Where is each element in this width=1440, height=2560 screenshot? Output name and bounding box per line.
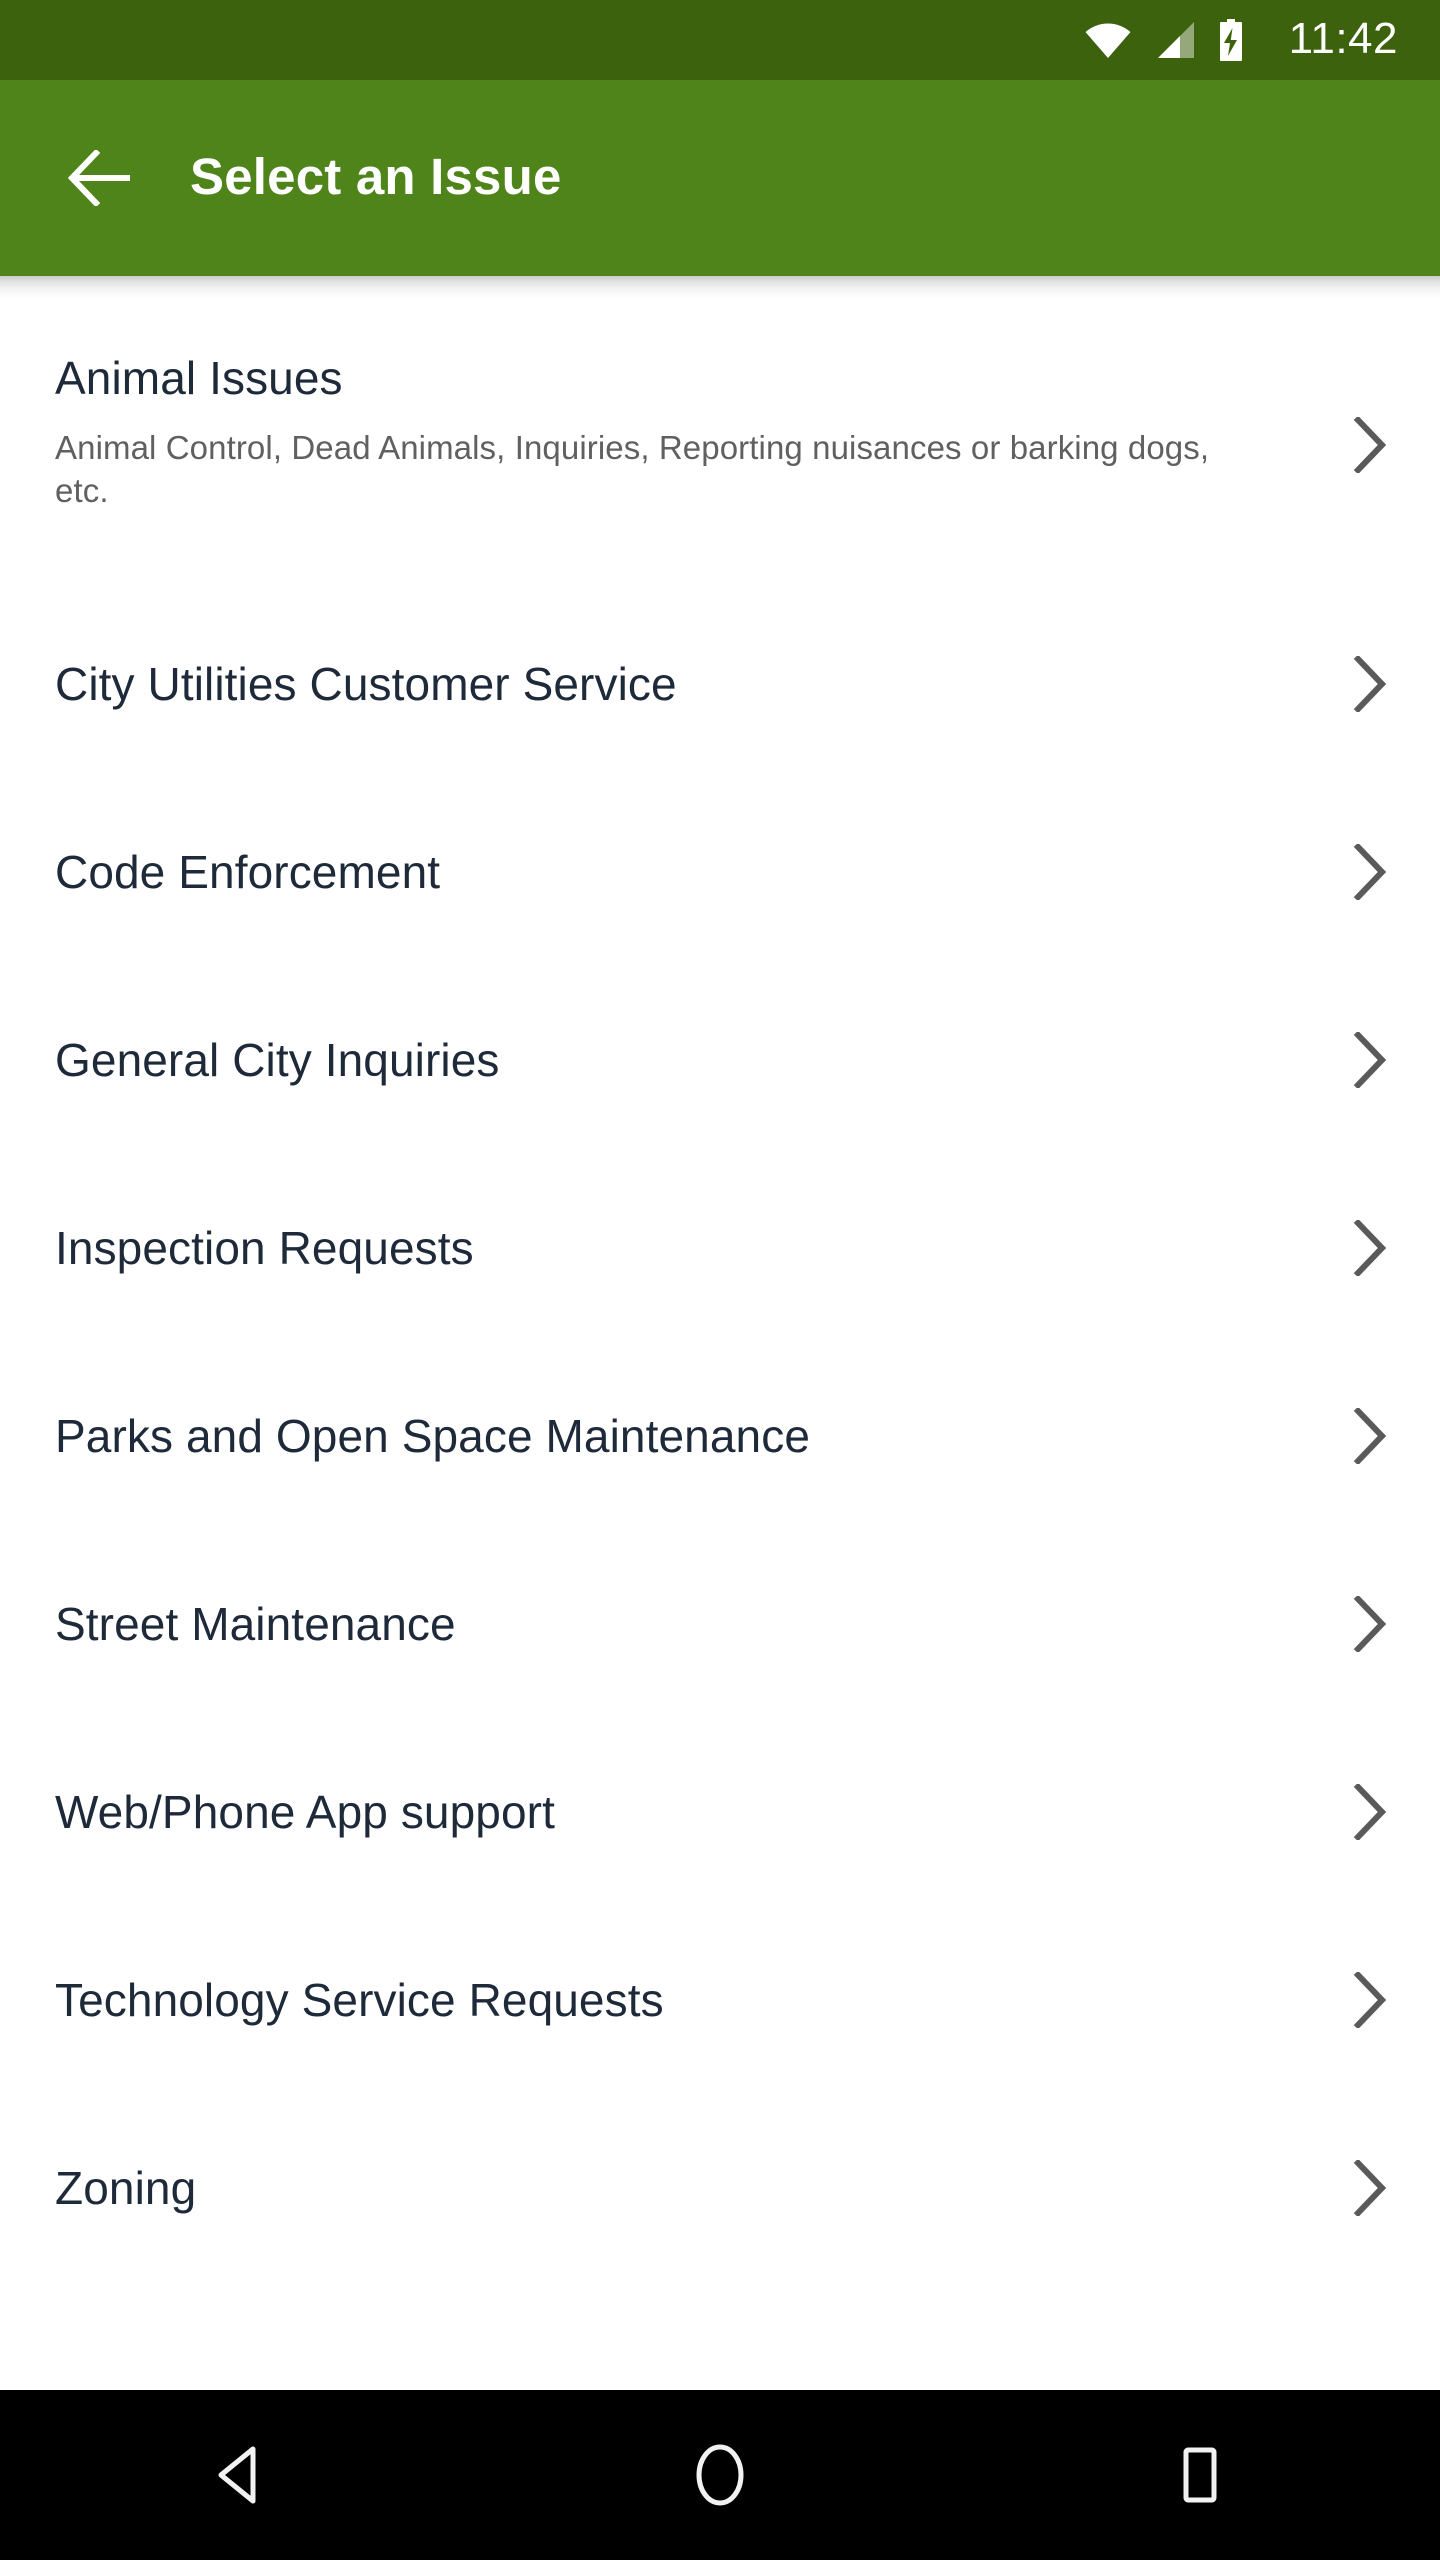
chevron-right-icon [1340,2158,1400,2218]
status-bar: 11:42 [0,0,1440,80]
back-button[interactable] [40,118,160,238]
list-item-title: Inspection Requests [55,1221,474,1274]
list-item-title: General City Inquiries [55,1033,500,1086]
chevron-right-icon [1340,415,1400,475]
list-item-text: Animal Issues Animal Control, Dead Anima… [55,353,1320,513]
chevron-right-icon [1340,1594,1400,1654]
chevron-right-icon [1340,1406,1400,1466]
chevron-right-icon [1340,1970,1400,2030]
app-bar: Select an Issue [0,80,1440,276]
list-item-title: Web/Phone App support [55,1785,555,1838]
home-circle-icon [696,2444,744,2506]
list-item-text: City Utilities Customer Service [55,659,1320,710]
app-bar-shadow [0,276,1440,298]
chevron-right-icon [1340,842,1400,902]
list-item[interactable]: City Utilities Customer Service [0,590,1440,778]
list-item-text: General City Inquiries [55,1035,1320,1086]
list-item-title: Animal Issues [55,352,343,404]
chevron-right-icon [1340,1782,1400,1842]
nav-back-button[interactable] [155,2390,325,2560]
list-item-text: Web/Phone App support [55,1787,1320,1838]
nav-recents-button[interactable] [1115,2390,1285,2560]
recents-square-icon [1183,2447,1217,2503]
status-bar-icons: 11:42 [1085,14,1398,63]
list-item-text: Code Enforcement [55,847,1320,898]
back-arrow-icon [67,150,130,206]
list-item-title: Street Maintenance [55,1597,456,1650]
chevron-right-icon [1340,1218,1400,1278]
list-item[interactable]: Zoning [0,2094,1440,2282]
list-item-text: Parks and Open Space Maintenance [55,1411,1320,1462]
list-item-text: Zoning [55,2163,1320,2214]
list-item-subtitle: Animal Control, Dead Animals, Inquiries,… [55,428,1210,510]
list-item-text: Street Maintenance [55,1599,1320,1650]
list-item-title: Technology Service Requests [55,1973,664,2026]
cellular-signal-icon [1157,22,1194,58]
chevron-right-icon [1340,654,1400,714]
list-item[interactable]: Code Enforcement [0,778,1440,966]
list-item[interactable]: Web/Phone App support [0,1718,1440,1906]
nav-home-button[interactable] [635,2390,805,2560]
status-bar-clock: 11:42 [1288,14,1398,63]
issue-list[interactable]: Animal Issues Animal Control, Dead Anima… [0,298,1440,2390]
wifi-icon [1085,23,1131,58]
list-item[interactable]: General City Inquiries [0,966,1440,1154]
list-item-title: Code Enforcement [55,845,441,898]
list-item[interactable]: Inspection Requests [0,1154,1440,1342]
list-item[interactable]: Technology Service Requests [0,1906,1440,2094]
list-item[interactable]: Street Maintenance [0,1530,1440,1718]
list-item-title: Parks and Open Space Maintenance [55,1409,811,1462]
app-screen: 11:42 Select an Issue Animal Issues Anim… [0,0,1440,2560]
list-item-text: Inspection Requests [55,1223,1320,1274]
battery-charging-icon [1219,19,1242,61]
page-title: Select an Issue [190,147,562,205]
chevron-right-icon [1340,1030,1400,1090]
list-item-title: Zoning [55,2161,197,2214]
list-item[interactable]: Animal Issues Animal Control, Dead Anima… [0,298,1440,590]
back-triangle-icon [218,2446,256,2504]
android-navigation-bar [0,2390,1440,2560]
list-item[interactable]: Parks and Open Space Maintenance [0,1342,1440,1530]
list-item-text: Technology Service Requests [55,1975,1320,2026]
list-item-title: City Utilities Customer Service [55,657,677,710]
